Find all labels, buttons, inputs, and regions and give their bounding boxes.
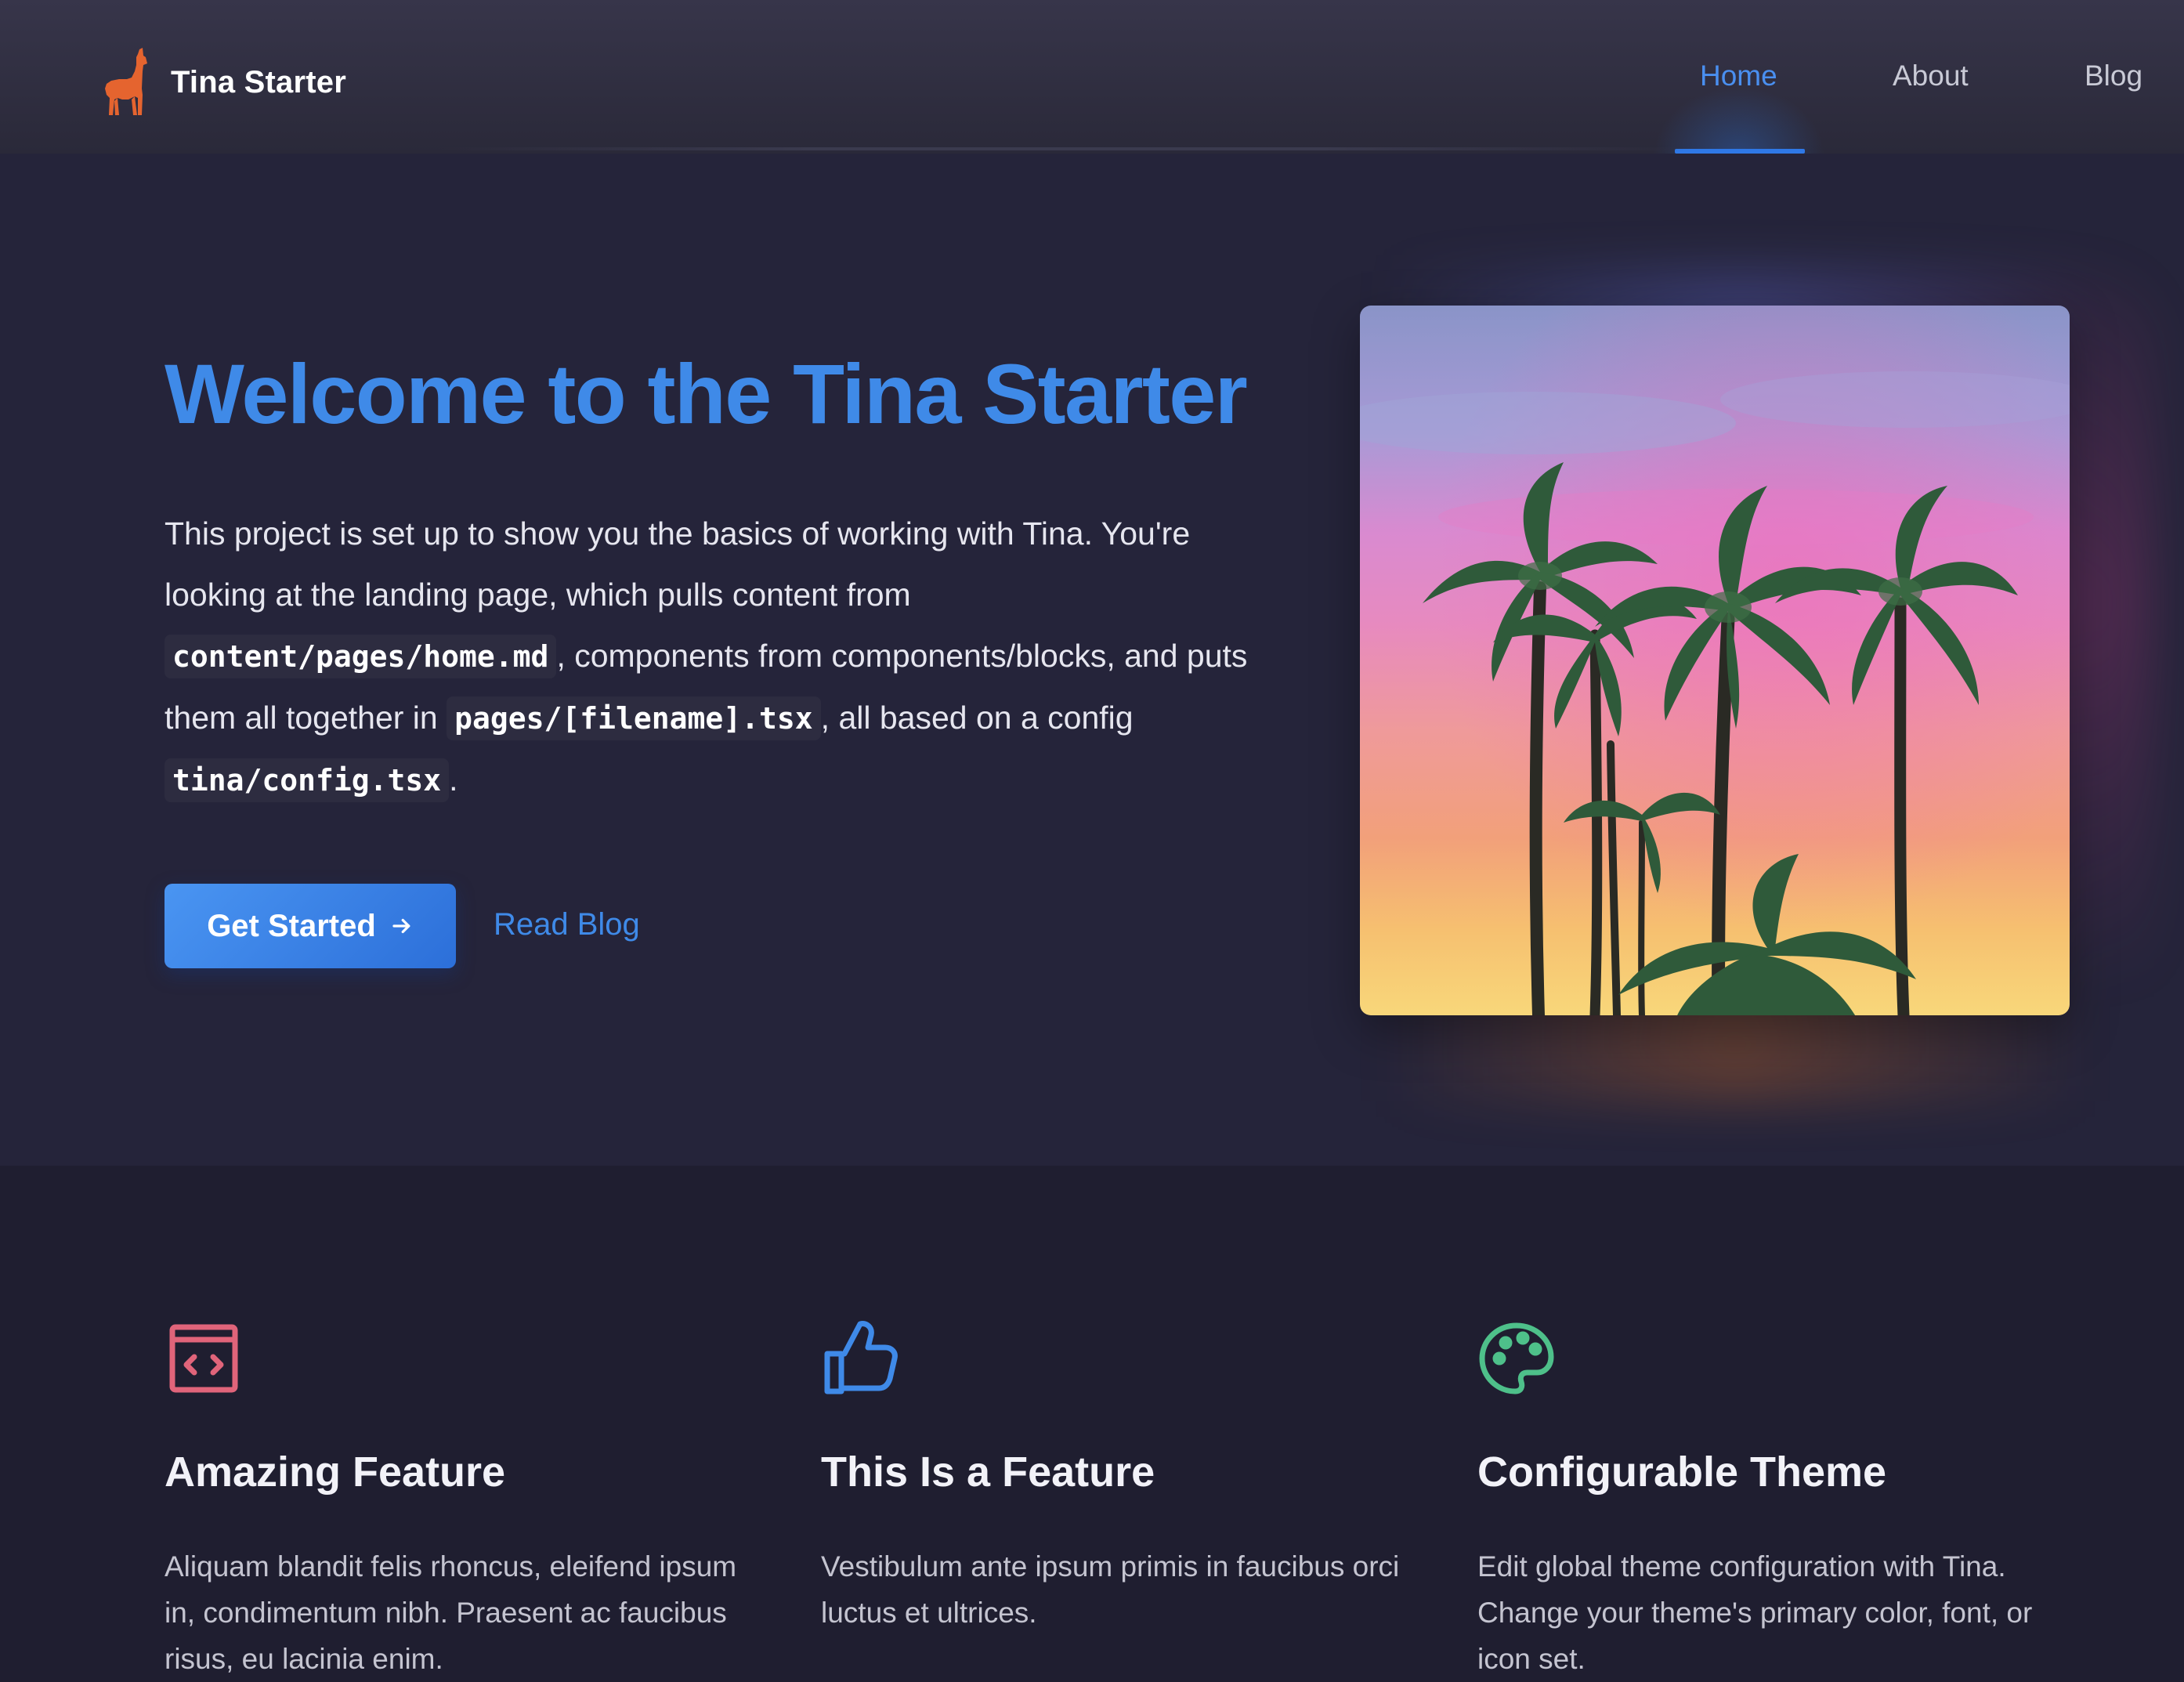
- palm-trees-sunset-image: [1360, 306, 2070, 1015]
- nav-active-glow: [1653, 86, 1825, 157]
- hero-image: [1360, 306, 2070, 1015]
- get-started-label: Get Started: [207, 908, 376, 943]
- header-divider: [439, 147, 1692, 150]
- hero-description: This project is set up to show you the b…: [165, 503, 1277, 811]
- code-home-md: content/pages/home.md: [165, 635, 557, 678]
- hero-section: Welcome to the Tina Starter This project…: [0, 154, 2184, 1166]
- code-tina-config: tina/config.tsx: [165, 758, 450, 802]
- code-pages-filename: pages/[filename].tsx: [447, 696, 821, 740]
- hero-text-part-3: , all based on a config: [820, 700, 1134, 736]
- hero-text-part-4: .: [449, 761, 458, 798]
- features-section: Amazing Feature Aliquam blandit felis rh…: [0, 1166, 2184, 1678]
- nav-item-home[interactable]: Home: [1700, 60, 1777, 92]
- hero-text-part-1: This project is set up to show you the b…: [165, 515, 1191, 613]
- thumbs-up-icon: [824, 1321, 898, 1394]
- feature-text: Vestibulum ante ipsum primis in faucibus…: [821, 1550, 1400, 1629]
- brand-name: Tina Starter: [171, 64, 346, 99]
- llama-logo-icon: [105, 48, 147, 115]
- nav-item-blog[interactable]: Blog: [2085, 60, 2142, 92]
- palette-icon: [1479, 1322, 1554, 1394]
- feature-title: Amazing Feature: [165, 1449, 506, 1496]
- feature-title: This Is a Feature: [821, 1449, 1155, 1496]
- site-header: Tina Starter Home About Blog: [0, 0, 2184, 157]
- feature-text: Edit global theme configuration with Tin…: [1477, 1550, 2033, 1675]
- read-blog-link[interactable]: Read Blog: [494, 907, 640, 942]
- feature-title: Configurable Theme: [1477, 1449, 1887, 1496]
- get-started-button[interactable]: Get Started: [165, 884, 456, 968]
- brand-link[interactable]: Tina Starter: [100, 47, 346, 118]
- arrow-right-icon: [392, 918, 410, 934]
- nav-item-about[interactable]: About: [1893, 60, 1969, 92]
- code-window-icon: [169, 1324, 238, 1393]
- hero-title: Welcome to the Tina Starter: [165, 346, 1248, 441]
- feature-text: Aliquam blandit felis rhoncus, eleifend …: [165, 1550, 737, 1675]
